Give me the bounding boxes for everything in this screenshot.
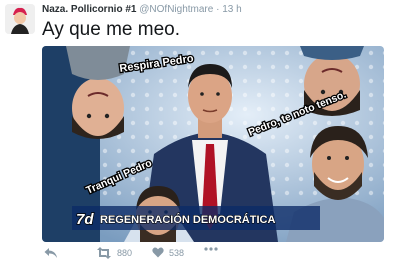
avatar[interactable] — [5, 4, 35, 34]
tweet-time[interactable]: 13 h — [222, 4, 241, 15]
retweet-icon — [97, 247, 111, 259]
tweet-header: Naza. Pollicornio #1 @NOfNightmare · 13 … — [42, 4, 242, 15]
user-handle[interactable]: @NOfNightmare — [139, 4, 213, 15]
heart-icon — [152, 247, 164, 258]
tweet-actions: 880 538 — [44, 247, 384, 261]
tweet-text: Ay que me meo. — [42, 19, 181, 40]
retweet-button[interactable]: 880 — [96, 247, 132, 259]
separator-dot: · — [216, 4, 220, 15]
more-icon — [204, 247, 218, 251]
display-name[interactable]: Naza. Pollicornio #1 — [42, 4, 136, 15]
like-button[interactable]: 538 — [152, 247, 184, 258]
more-button[interactable] — [204, 247, 218, 251]
reply-button[interactable] — [44, 247, 58, 259]
reply-icon — [44, 248, 57, 258]
tweet-media[interactable]: 7d REGENERACIÓN DEMOCRÁTICA Respira Pedr… — [42, 46, 384, 242]
meme-image: 7d REGENERACIÓN DEMOCRÁTICA Respira Pedr… — [42, 46, 384, 242]
channel-logo: 7d — [76, 211, 94, 228]
avatar-image — [5, 4, 35, 34]
retweet-count: 880 — [117, 248, 133, 258]
like-count: 538 — [169, 247, 185, 258]
banner-text: REGENERACIÓN DEMOCRÁTICA — [100, 213, 275, 226]
